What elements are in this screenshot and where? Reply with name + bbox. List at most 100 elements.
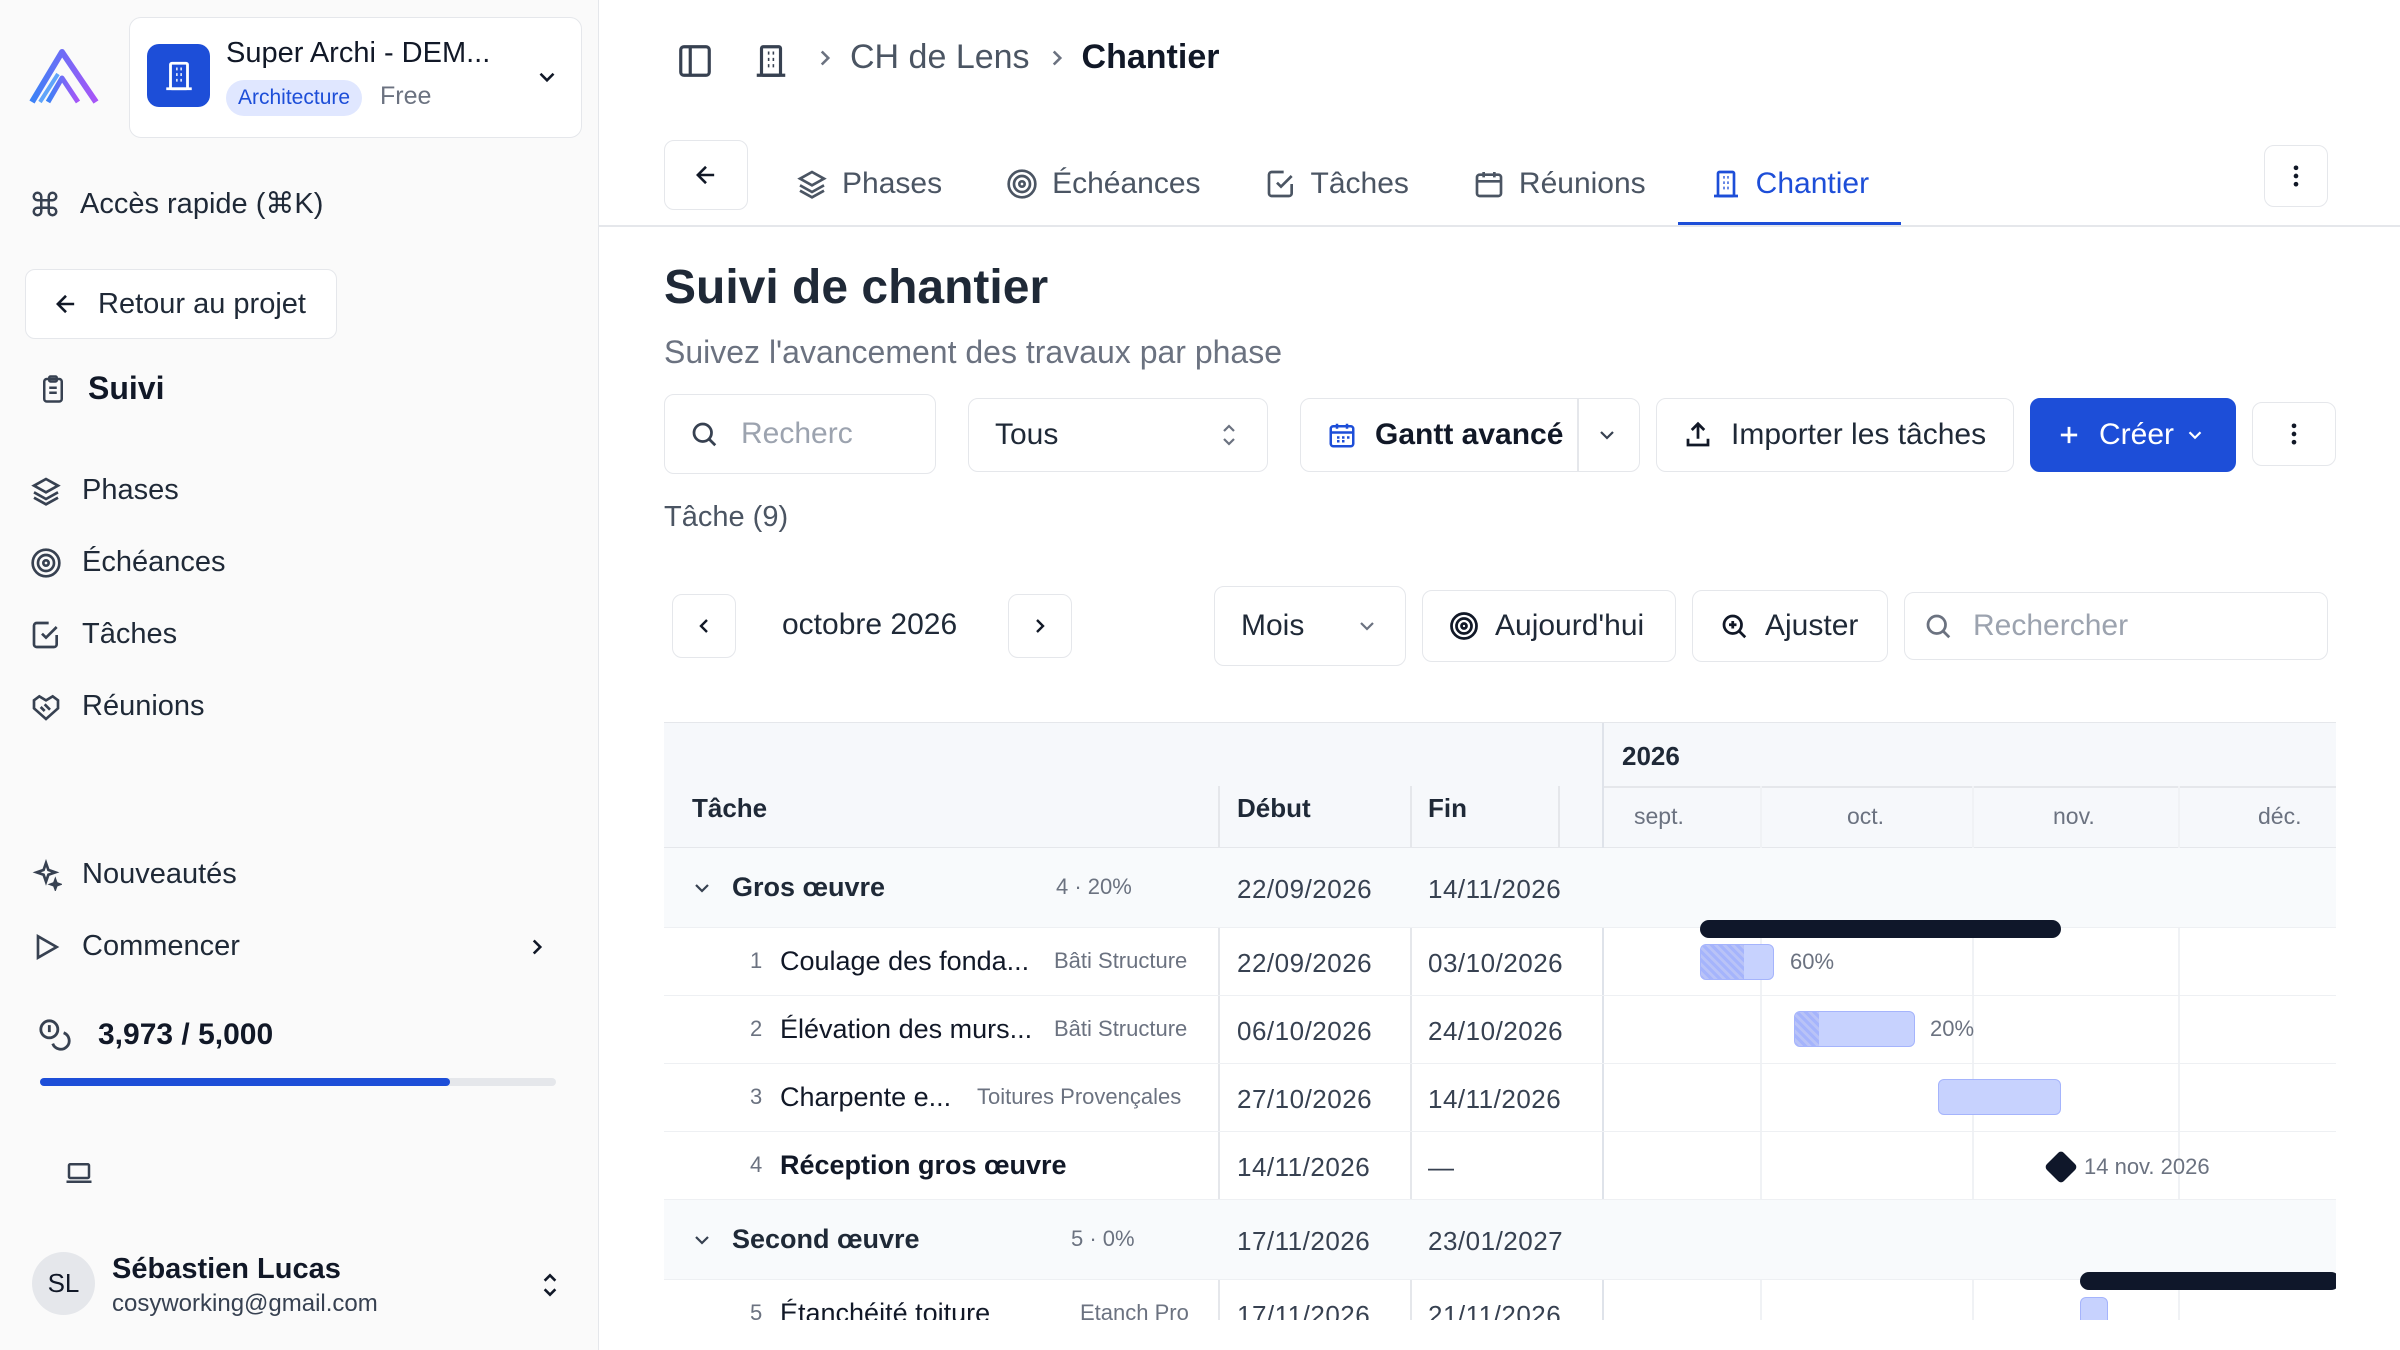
task-bar[interactable]	[2080, 1297, 2108, 1320]
page-subtitle: Suivez l'avancement des travaux par phas…	[664, 334, 1283, 370]
upload-icon	[1686, 421, 1710, 447]
filter-select[interactable]: Tous	[968, 398, 1268, 472]
sidebar-item-label: Échéances	[82, 546, 226, 578]
tab-taches[interactable]: Tâches	[1233, 142, 1441, 226]
group-meta: 4 · 20%	[1056, 874, 1132, 899]
tab-label: Réunions	[1518, 167, 1646, 200]
task-name: Charpente e...	[780, 1082, 952, 1112]
workspace-name: Super Archi - DEM...	[226, 37, 491, 69]
group-summary-bar[interactable]	[1700, 920, 2061, 938]
chevron-down-icon[interactable]	[690, 876, 714, 900]
zoom-in-icon	[1722, 614, 1747, 639]
task-company: Bâti Structure	[1054, 948, 1188, 973]
start-item[interactable]: Commencer	[30, 930, 570, 963]
current-month-label: octobre 2026	[782, 608, 958, 641]
tab-phases[interactable]: Phases	[764, 142, 974, 226]
back-button[interactable]	[664, 140, 748, 210]
task-start: 22/09/2026	[1237, 948, 1373, 978]
app-logo[interactable]	[28, 48, 100, 106]
table-row-group[interactable]: Gros œuvre 4 · 20% 22/09/2026 14/11/2026	[664, 848, 2336, 928]
tab-reunions[interactable]: Réunions	[1441, 142, 1678, 226]
task-bar[interactable]	[1938, 1079, 2061, 1115]
clipboard-icon	[43, 374, 63, 403]
chevron-down-icon	[534, 64, 560, 90]
table-row[interactable]: 1 Coulage des fonda... Bâti Structure 22…	[664, 928, 2336, 996]
news-item[interactable]: Nouveautés	[30, 858, 237, 891]
layers-icon	[31, 476, 61, 506]
search-input[interactable]: Recherc	[664, 394, 936, 474]
column-header-task: Tâche	[692, 793, 768, 823]
task-start: 14/11/2026	[1237, 1152, 1371, 1182]
today-button[interactable]: Aujourd'hui	[1422, 590, 1676, 662]
prev-month-button[interactable]	[672, 594, 736, 658]
chevrons-up-down-icon	[1223, 424, 1235, 446]
tab-echeances[interactable]: Échéances	[974, 142, 1232, 226]
coins-icon	[39, 1019, 71, 1051]
play-icon	[36, 933, 60, 960]
view-select[interactable]: Gantt avancé	[1300, 398, 1640, 472]
avatar[interactable]: SL	[32, 1252, 95, 1315]
page-title: Suivi de chantier	[664, 261, 1049, 314]
tab-divider	[599, 225, 2400, 227]
chevron-right-icon	[820, 50, 831, 65]
back-label: Retour au projet	[98, 287, 306, 320]
back-to-project-button[interactable]: Retour au projet	[25, 269, 337, 339]
fit-label: Ajuster	[1765, 609, 1859, 642]
task-start: 06/10/2026	[1237, 1016, 1373, 1046]
gantt-search-input[interactable]: Rechercher	[1904, 592, 2328, 660]
workspace-switcher[interactable]: Super Archi - DEM... Architecture Free	[129, 17, 582, 138]
tab-label: Tâches	[1310, 167, 1409, 200]
workspace-plan: Free	[380, 82, 432, 110]
building-icon	[1713, 170, 1738, 198]
gantt-chart: Tâche Début Fin 2026 sept. oct. nov. déc…	[664, 722, 2336, 1320]
table-row-group[interactable]: Second œuvre 5 · 0% 17/11/2026 23/01/202…	[664, 1200, 2336, 1280]
sidebar-item-echeances[interactable]: Échéances	[30, 546, 226, 579]
scale-select[interactable]: Mois	[1214, 586, 1406, 666]
chevrons-up-down-icon[interactable]	[537, 1270, 563, 1300]
task-end: 21/11/2026	[1428, 1300, 1562, 1320]
toolbar-more-button[interactable]	[2252, 402, 2336, 466]
group-summary-bar[interactable]	[2080, 1272, 2336, 1290]
task-company: Bâti Structure	[1054, 1016, 1188, 1041]
quick-access[interactable]: Accès rapide (⌘K)	[30, 186, 323, 221]
view-label: Gantt avancé	[1375, 418, 1564, 451]
target-icon	[1450, 612, 1478, 640]
chevron-down-icon[interactable]	[1595, 423, 1619, 447]
sidebar-toggle-icon[interactable]	[676, 42, 714, 80]
tab-chantier[interactable]: Chantier	[1677, 142, 1902, 226]
group-end: 14/11/2026	[1428, 874, 1562, 904]
chevron-right-icon	[1036, 619, 1045, 633]
column-header-end: Fin	[1428, 793, 1467, 823]
target-icon	[31, 547, 61, 578]
table-row[interactable]: 2 Élévation des murs... Bâti Structure 0…	[664, 996, 2336, 1064]
more-options-button[interactable]	[2264, 145, 2328, 207]
chevron-down-icon[interactable]	[690, 1228, 714, 1252]
task-number: 5	[750, 1300, 763, 1320]
task-company: Toitures Provençales	[977, 1084, 1182, 1109]
news-label: Nouveautés	[82, 858, 237, 890]
plus-icon	[2060, 426, 2078, 444]
task-bar-percent: 20%	[1930, 1016, 1975, 1041]
task-bar-progress	[1795, 1012, 1819, 1046]
task-bar[interactable]	[1794, 1011, 1915, 1047]
table-row[interactable]: 3 Charpente e... Toitures Provençales 27…	[664, 1064, 2336, 1132]
create-button[interactable]: Créer	[2030, 398, 2236, 472]
fit-button[interactable]: Ajuster	[1692, 590, 1888, 662]
column-header-start: Début	[1237, 793, 1311, 823]
today-label: Aujourd'hui	[1495, 609, 1645, 642]
column-divider	[1558, 786, 1560, 848]
next-month-button[interactable]	[1008, 594, 1072, 658]
check-square-icon	[1267, 170, 1293, 198]
workspace-tag: Architecture	[226, 80, 363, 116]
import-tasks-button[interactable]: Importer les tâches	[1656, 398, 2014, 472]
task-bar[interactable]	[1700, 944, 1774, 980]
sidebar-item-taches[interactable]: Tâches	[30, 618, 177, 651]
sidebar-item-phases[interactable]: Phases	[30, 474, 179, 507]
group-end: 23/01/2027	[1428, 1226, 1564, 1256]
breadcrumb-project[interactable]: CH de Lens	[850, 38, 1030, 77]
user-email: cosyworking@gmail.com	[112, 1290, 378, 1317]
sidebar-item-label: Phases	[82, 474, 179, 506]
laptop-icon[interactable]	[64, 1160, 94, 1186]
task-number: 1	[750, 948, 763, 973]
sidebar-item-reunions[interactable]: Réunions	[30, 690, 205, 723]
